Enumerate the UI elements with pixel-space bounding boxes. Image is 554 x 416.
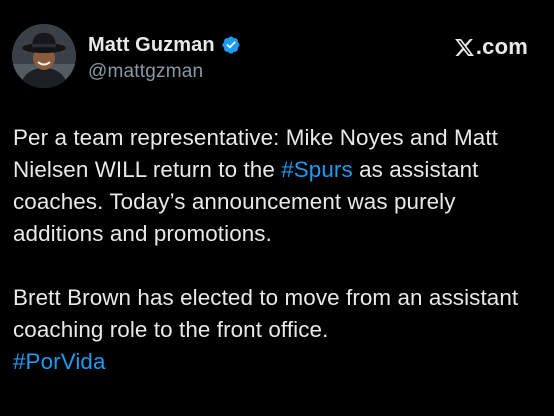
hashtag-porvida-link[interactable]: #PorVida xyxy=(13,349,106,374)
tweet-paragraph-2: Brett Brown has elected to move from an … xyxy=(13,282,543,378)
author-block: Matt Guzman @mattgzman xyxy=(88,32,241,83)
brand-suffix: .com xyxy=(475,34,528,59)
x-logo-icon xyxy=(454,37,475,58)
name-row: Matt Guzman xyxy=(88,32,241,58)
avatar[interactable] xyxy=(12,24,76,88)
tweet-card: Matt Guzman @mattgzman .com Per a team r… xyxy=(0,0,554,416)
tweet-header: Matt Guzman @mattgzman .com xyxy=(12,24,542,90)
tweet-text: Per a team representative: Mike Noyes an… xyxy=(13,122,543,378)
avatar-image xyxy=(12,24,76,88)
tweet-paragraph-1: Per a team representative: Mike Noyes an… xyxy=(13,122,543,250)
tweet-text-segment: Brett Brown has elected to move from an … xyxy=(13,285,519,342)
hashtag-spurs-link[interactable]: #Spurs xyxy=(281,157,353,182)
verified-badge-icon xyxy=(221,35,241,55)
author-handle[interactable]: @mattgzman xyxy=(88,61,241,83)
brand-watermark: .com xyxy=(454,34,528,60)
author-name[interactable]: Matt Guzman xyxy=(88,34,215,57)
